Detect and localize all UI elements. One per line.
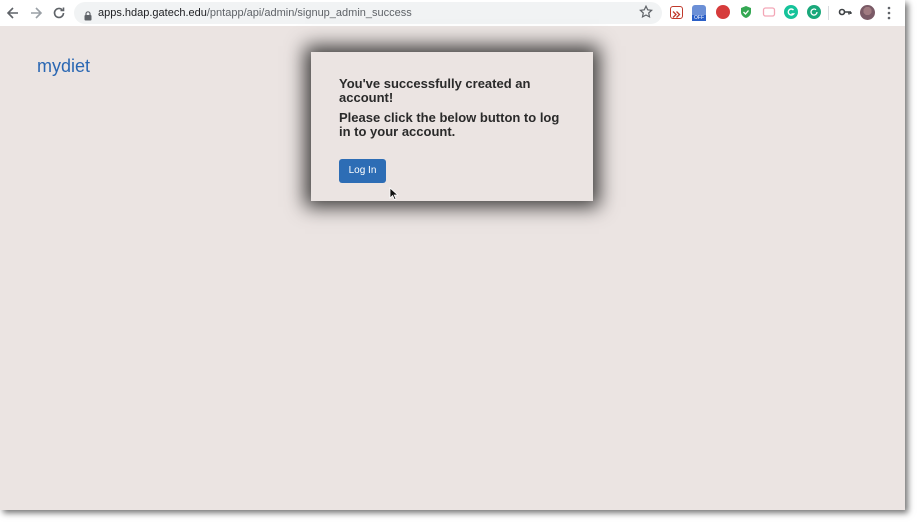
- refresh-ext-icon[interactable]: [807, 5, 821, 19]
- off-ext-icon[interactable]: OFF: [692, 5, 706, 21]
- brand-logo[interactable]: mydiet: [37, 55, 90, 77]
- profile-avatar[interactable]: [860, 5, 875, 20]
- forward-ext-icon[interactable]: [670, 6, 683, 19]
- success-modal: You've successfully created an account! …: [311, 52, 593, 201]
- kebab-menu-icon[interactable]: [884, 4, 894, 22]
- success-message: You've successfully created an account!: [339, 76, 531, 105]
- pink-ext-icon[interactable]: [762, 5, 776, 19]
- log-in-button[interactable]: Log In: [339, 159, 386, 183]
- lock-icon: [84, 8, 92, 21]
- browser-window: apps.hdap.gatech.edu/pntapp/api/admin/si…: [0, 0, 905, 510]
- reload-icon[interactable]: [50, 4, 68, 22]
- bookmark-star-icon[interactable]: [638, 4, 654, 21]
- url-text: apps.hdap.gatech.edu/pntapp/api/admin/si…: [98, 6, 412, 20]
- address-bar[interactable]: apps.hdap.gatech.edu/pntapp/api/admin/si…: [74, 2, 662, 24]
- url-domain: apps.hdap.gatech.edu: [98, 7, 207, 19]
- toolbar-separator: [828, 6, 829, 20]
- off-badge: OFF: [692, 15, 706, 21]
- shield-ext-icon[interactable]: [739, 5, 753, 19]
- browser-toolbar: apps.hdap.gatech.edu/pntapp/api/admin/si…: [0, 0, 905, 26]
- red-ext-icon[interactable]: [716, 5, 730, 19]
- grammarly-ext-icon[interactable]: [784, 5, 798, 19]
- url-path: /pntapp/api/admin/signup_admin_success: [206, 7, 412, 19]
- mouse-cursor-icon: [389, 187, 399, 201]
- back-icon[interactable]: [4, 4, 22, 22]
- key-icon[interactable]: [838, 5, 852, 19]
- login-instruction: Please click the below button to log in …: [339, 110, 560, 139]
- forward-icon[interactable]: [27, 4, 45, 22]
